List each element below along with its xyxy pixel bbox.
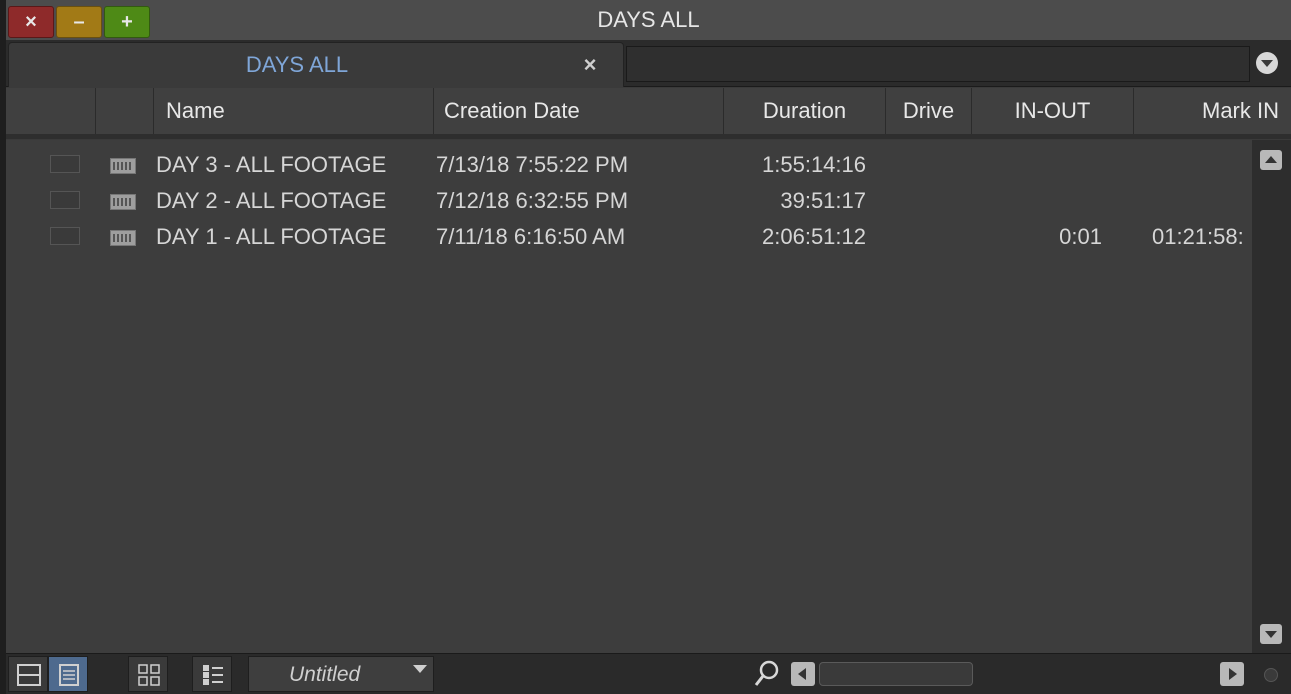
list-view-button[interactable] [48,656,88,692]
resize-handle[interactable] [1264,668,1278,682]
cell-in-out: 0:01 [1059,224,1102,249]
cell-mark-in: 01:21:58: [1152,224,1244,249]
cell-name: DAY 1 - ALL FOOTAGE [156,224,387,249]
column-header: Name Creation Date Duration Drive IN-OUT… [6,88,1291,135]
scroll-up-button[interactable] [1260,150,1282,170]
cell-drive [886,146,972,183]
grid-view-icon [138,664,160,686]
row-checkbox[interactable] [50,191,80,209]
bin-icon [110,158,136,174]
column-header-duration[interactable]: Duration [724,88,886,134]
cell-duration: 2:06:51:12 [762,224,866,249]
cell-drive [886,182,972,219]
row-checkbox[interactable] [50,227,80,245]
chevron-down-icon [413,665,427,673]
grid-view-button[interactable] [128,656,168,692]
clip-list[interactable]: DAY 3 - ALL FOOTAGE 7/13/18 7:55:22 PM 1… [6,140,1252,653]
cell-creation-date: 7/11/18 6:16:50 AM [436,224,626,249]
cell-drive [886,218,972,255]
column-header-select[interactable] [20,88,96,134]
column-header-mark-in[interactable]: Mark IN [1134,88,1291,134]
cell-name: DAY 3 - ALL FOOTAGE [156,152,387,177]
frame-view-icon [17,664,41,686]
search-icon[interactable] [754,660,780,688]
column-header-name[interactable]: Name [154,88,434,134]
tab-days-all[interactable]: DAYS ALL × [8,42,624,87]
bin-icon [110,230,136,246]
row-checkbox[interactable] [50,155,80,173]
cell-mark-in [1152,146,1252,183]
tab-label: DAYS ALL [245,52,349,77]
script-view-icon [203,665,223,685]
bin-window: × – + DAYS ALL DAYS ALL × Name Creation … [6,0,1291,694]
title-bar[interactable]: × – + DAYS ALL [6,0,1291,41]
horizontal-scroll-thumb[interactable] [819,662,973,686]
table-row[interactable]: DAY 1 - ALL FOOTAGE 7/11/18 6:16:50 AM 2… [6,218,1252,255]
tab-area [626,46,1250,82]
tab-bar: DAYS ALL × [6,40,1291,87]
column-header-in-out[interactable]: IN-OUT [972,88,1134,134]
column-header-creation-date[interactable]: Creation Date [434,88,724,134]
cell-in-out [972,146,1102,183]
table-row[interactable]: DAY 2 - ALL FOOTAGE 7/12/18 6:32:55 PM 3… [6,182,1252,219]
window-title: DAYS ALL [597,7,700,32]
cell-creation-date: 7/13/18 7:55:22 PM [436,152,629,177]
cell-in-out [972,182,1102,219]
cell-creation-date: 7/12/18 6:32:55 PM [436,188,629,213]
list-view-icon [59,664,79,686]
frame-view-button[interactable] [8,656,48,692]
cell-mark-in [1152,182,1252,219]
bin-menu-button[interactable] [1256,52,1278,74]
bin-footer: Untitled [6,653,1291,694]
bin-icon [110,194,136,210]
bin-view-name: Untitled [289,663,361,686]
cell-name: DAY 2 - ALL FOOTAGE [156,188,387,213]
script-view-button[interactable] [192,656,232,692]
cell-duration: 1:55:14:16 [762,152,866,177]
header-divider [6,134,1291,139]
column-header-icon[interactable] [96,88,154,134]
bin-view-select[interactable]: Untitled [248,656,434,692]
scroll-right-button[interactable] [1220,662,1244,686]
column-header-drive[interactable]: Drive [886,88,972,134]
scroll-down-button[interactable] [1260,624,1282,644]
scroll-left-button[interactable] [791,662,815,686]
table-row[interactable]: DAY 3 - ALL FOOTAGE 7/13/18 7:55:22 PM 1… [6,146,1252,183]
vertical-scrollbar[interactable] [1252,140,1291,653]
tab-close-icon[interactable]: × [575,43,605,87]
cell-duration: 39:51:17 [780,188,866,213]
